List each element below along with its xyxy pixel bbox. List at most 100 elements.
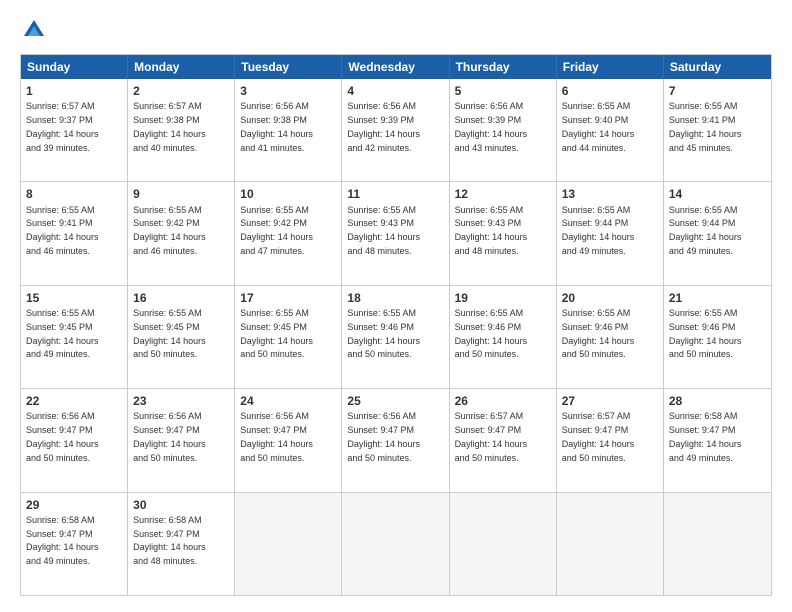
cal-cell: 15 Sunrise: 6:55 AM Sunset: 9:45 PM Dayli… xyxy=(21,286,128,388)
day-number: 20 xyxy=(562,290,658,306)
day-number: 22 xyxy=(26,393,122,409)
cal-cell: 30Sunrise: 6:58 AM Sunset: 9:47 PM Dayli… xyxy=(128,493,235,595)
day-number: 5 xyxy=(455,83,551,99)
day-number: 3 xyxy=(240,83,336,99)
cal-cell: 20 Sunrise: 6:55 AM Sunset: 9:46 PM Dayli… xyxy=(557,286,664,388)
day-number: 24 xyxy=(240,393,336,409)
day-number: 23 xyxy=(133,393,229,409)
cell-info: Sunrise: 6:58 AM Sunset: 9:47 PM Dayligh… xyxy=(26,515,99,566)
day-number: 27 xyxy=(562,393,658,409)
cell-info: Sunrise: 6:56 AM Sunset: 9:47 PM Dayligh… xyxy=(26,411,99,462)
cell-info: Sunrise: 6:57 AM Sunset: 9:38 PM Dayligh… xyxy=(133,101,206,152)
day-number: 12 xyxy=(455,186,551,202)
header-cell-monday: Monday xyxy=(128,55,235,79)
day-number: 19 xyxy=(455,290,551,306)
cal-cell: 21 Sunrise: 6:55 AM Sunset: 9:46 PM Dayli… xyxy=(664,286,771,388)
header-cell-saturday: Saturday xyxy=(664,55,771,79)
cal-cell: 24 Sunrise: 6:56 AM Sunset: 9:47 PM Dayli… xyxy=(235,389,342,491)
cell-info: Sunrise: 6:55 AM Sunset: 9:44 PM Dayligh… xyxy=(669,205,742,256)
cell-info: Sunrise: 6:56 AM Sunset: 9:39 PM Dayligh… xyxy=(455,101,528,152)
cal-cell xyxy=(664,493,771,595)
cal-cell: 13 Sunrise: 6:55 AM Sunset: 9:44 PM Dayli… xyxy=(557,182,664,284)
day-number: 1 xyxy=(26,83,122,99)
cal-row-5: 29 Sunrise: 6:58 AM Sunset: 9:47 PM Dayli… xyxy=(21,492,771,595)
cell-info: Sunrise: 6:55 AM Sunset: 9:46 PM Dayligh… xyxy=(562,308,635,359)
cal-cell: 18 Sunrise: 6:55 AM Sunset: 9:46 PM Dayli… xyxy=(342,286,449,388)
cal-cell: 26 Sunrise: 6:57 AM Sunset: 9:47 PM Dayli… xyxy=(450,389,557,491)
day-number: 16 xyxy=(133,290,229,306)
cell-info: Sunrise: 6:56 AM Sunset: 9:47 PM Dayligh… xyxy=(347,411,420,462)
cal-cell: 19 Sunrise: 6:55 AM Sunset: 9:46 PM Dayli… xyxy=(450,286,557,388)
day-number: 14 xyxy=(669,186,766,202)
day-number: 26 xyxy=(455,393,551,409)
cell-info: Sunrise: 6:55 AM Sunset: 9:42 PM Dayligh… xyxy=(240,205,313,256)
cal-row-1: 1Sunrise: 6:57 AM Sunset: 9:37 PM Daylig… xyxy=(21,79,771,181)
cell-info: Sunrise: 6:55 AM Sunset: 9:41 PM Dayligh… xyxy=(669,101,742,152)
cal-cell: 5 Sunrise: 6:56 AM Sunset: 9:39 PM Daylig… xyxy=(450,79,557,181)
cell-info: Sunrise: 6:57 AM Sunset: 9:47 PM Dayligh… xyxy=(455,411,528,462)
calendar-header: SundayMondayTuesdayWednesdayThursdayFrid… xyxy=(21,55,771,79)
day-number: 11 xyxy=(347,186,443,202)
cal-cell: 23 Sunrise: 6:56 AM Sunset: 9:47 PM Dayli… xyxy=(128,389,235,491)
calendar: SundayMondayTuesdayWednesdayThursdayFrid… xyxy=(20,54,772,596)
cell-info: Sunrise: 6:55 AM Sunset: 9:46 PM Dayligh… xyxy=(669,308,742,359)
cal-cell: 6 Sunrise: 6:55 AM Sunset: 9:40 PM Daylig… xyxy=(557,79,664,181)
cal-cell xyxy=(450,493,557,595)
day-number: 4 xyxy=(347,83,443,99)
cal-cell: 25 Sunrise: 6:56 AM Sunset: 9:47 PM Dayli… xyxy=(342,389,449,491)
cell-info: Sunrise: 6:55 AM Sunset: 9:46 PM Dayligh… xyxy=(455,308,528,359)
cell-info: Sunrise: 6:55 AM Sunset: 9:43 PM Dayligh… xyxy=(347,205,420,256)
day-number: 15 xyxy=(26,290,122,306)
cell-info: Sunrise: 6:55 AM Sunset: 9:45 PM Dayligh… xyxy=(26,308,99,359)
day-number: 21 xyxy=(669,290,766,306)
day-number: 29 xyxy=(26,497,122,513)
cal-cell: 7 Sunrise: 6:55 AM Sunset: 9:41 PM Daylig… xyxy=(664,79,771,181)
day-number: 6 xyxy=(562,83,658,99)
logo-icon xyxy=(20,16,48,44)
logo xyxy=(20,16,52,44)
cal-row-4: 22 Sunrise: 6:56 AM Sunset: 9:47 PM Dayli… xyxy=(21,388,771,491)
calendar-body: 1Sunrise: 6:57 AM Sunset: 9:37 PM Daylig… xyxy=(21,79,771,595)
cell-info: Sunrise: 6:55 AM Sunset: 9:45 PM Dayligh… xyxy=(240,308,313,359)
cell-info: Sunrise: 6:55 AM Sunset: 9:45 PM Dayligh… xyxy=(133,308,206,359)
cal-cell: 8Sunrise: 6:55 AM Sunset: 9:41 PM Daylig… xyxy=(21,182,128,284)
cal-cell: 4 Sunrise: 6:56 AM Sunset: 9:39 PM Daylig… xyxy=(342,79,449,181)
day-number: 13 xyxy=(562,186,658,202)
cal-cell: 3Sunrise: 6:56 AM Sunset: 9:38 PM Daylig… xyxy=(235,79,342,181)
day-number: 25 xyxy=(347,393,443,409)
cell-info: Sunrise: 6:55 AM Sunset: 9:41 PM Dayligh… xyxy=(26,205,99,256)
cal-cell xyxy=(557,493,664,595)
cell-info: Sunrise: 6:55 AM Sunset: 9:40 PM Dayligh… xyxy=(562,101,635,152)
cell-info: Sunrise: 6:55 AM Sunset: 9:44 PM Dayligh… xyxy=(562,205,635,256)
day-number: 18 xyxy=(347,290,443,306)
cell-info: Sunrise: 6:57 AM Sunset: 9:47 PM Dayligh… xyxy=(562,411,635,462)
cal-cell: 9Sunrise: 6:55 AM Sunset: 9:42 PM Daylig… xyxy=(128,182,235,284)
cal-cell xyxy=(235,493,342,595)
cell-info: Sunrise: 6:55 AM Sunset: 9:46 PM Dayligh… xyxy=(347,308,420,359)
header-cell-friday: Friday xyxy=(557,55,664,79)
cell-info: Sunrise: 6:58 AM Sunset: 9:47 PM Dayligh… xyxy=(133,515,206,566)
cal-cell: 14 Sunrise: 6:55 AM Sunset: 9:44 PM Dayli… xyxy=(664,182,771,284)
cell-info: Sunrise: 6:56 AM Sunset: 9:39 PM Dayligh… xyxy=(347,101,420,152)
header-cell-thursday: Thursday xyxy=(450,55,557,79)
cell-info: Sunrise: 6:56 AM Sunset: 9:47 PM Dayligh… xyxy=(240,411,313,462)
cal-cell: 16 Sunrise: 6:55 AM Sunset: 9:45 PM Dayli… xyxy=(128,286,235,388)
cell-info: Sunrise: 6:56 AM Sunset: 9:47 PM Dayligh… xyxy=(133,411,206,462)
cal-row-3: 15 Sunrise: 6:55 AM Sunset: 9:45 PM Dayli… xyxy=(21,285,771,388)
cal-cell: 22 Sunrise: 6:56 AM Sunset: 9:47 PM Dayli… xyxy=(21,389,128,491)
day-number: 17 xyxy=(240,290,336,306)
day-number: 9 xyxy=(133,186,229,202)
cal-cell: 10Sunrise: 6:55 AM Sunset: 9:42 PM Dayli… xyxy=(235,182,342,284)
cal-cell: 1Sunrise: 6:57 AM Sunset: 9:37 PM Daylig… xyxy=(21,79,128,181)
cal-cell: 17 Sunrise: 6:55 AM Sunset: 9:45 PM Dayli… xyxy=(235,286,342,388)
cal-cell: 27 Sunrise: 6:57 AM Sunset: 9:47 PM Dayli… xyxy=(557,389,664,491)
cal-cell: 2Sunrise: 6:57 AM Sunset: 9:38 PM Daylig… xyxy=(128,79,235,181)
cell-info: Sunrise: 6:58 AM Sunset: 9:47 PM Dayligh… xyxy=(669,411,742,462)
cell-info: Sunrise: 6:55 AM Sunset: 9:43 PM Dayligh… xyxy=(455,205,528,256)
day-number: 7 xyxy=(669,83,766,99)
cal-cell: 12 Sunrise: 6:55 AM Sunset: 9:43 PM Dayli… xyxy=(450,182,557,284)
header-cell-sunday: Sunday xyxy=(21,55,128,79)
header xyxy=(20,16,772,44)
cal-cell: 11 Sunrise: 6:55 AM Sunset: 9:43 PM Dayli… xyxy=(342,182,449,284)
header-cell-tuesday: Tuesday xyxy=(235,55,342,79)
